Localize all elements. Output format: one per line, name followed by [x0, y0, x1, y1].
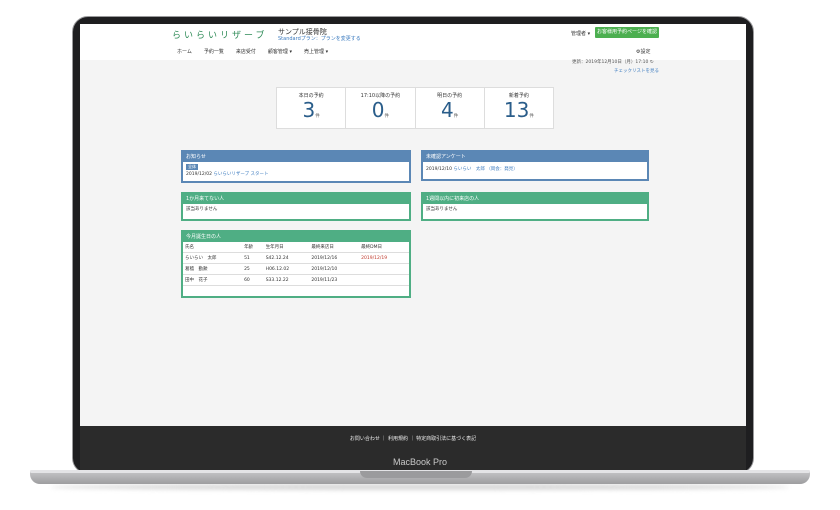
cell-age: 60	[242, 274, 264, 286]
new-week-more-link[interactable]: 一覧ページへ	[621, 214, 645, 220]
app-logo[interactable]: らいらいリザーブ	[172, 28, 267, 41]
updated-text: 更新：2019年12月10日（月）17:10	[572, 60, 649, 65]
cell-last-dm	[359, 263, 409, 275]
birthday-more-link[interactable]: 一覧ページへ	[383, 291, 407, 297]
stats-summary: 本日の予約 3件 17:10以降の予約 0件 明日の予約 4件 新着予約 13件	[276, 87, 554, 129]
settings-label: 設定	[640, 49, 651, 55]
stat-after-now[interactable]: 17:10以降の予約 0件	[346, 88, 416, 128]
updated-time: 更新：2019年12月10日（月）17:10 ↻	[572, 59, 654, 65]
panel-title: 今月誕生日の人	[183, 232, 409, 242]
survey-date: 2019/12/10	[426, 167, 452, 172]
stat-unit: 件	[453, 114, 459, 119]
nav-home[interactable]: ホーム	[177, 48, 192, 55]
nav-customers[interactable]: 顧客管理 ▾	[268, 48, 292, 55]
survey-panel: 未確認アンケート 2019/12/10 らいらい 太郎 （岡会：発見） 未確認ア…	[421, 150, 649, 181]
device-label: MacBook Pro	[392, 457, 448, 467]
news-date: 2019/12/02	[186, 172, 212, 177]
laptop-notch	[360, 471, 472, 478]
cell-last-dm: 2019/12/19	[359, 252, 409, 264]
cell-last-visit: 2019/12/10	[309, 263, 360, 275]
cell-last-dm	[359, 274, 409, 286]
stat-value: 3	[302, 98, 316, 122]
plan-change-link[interactable]: Standardプラン：プランを変更する	[278, 35, 361, 42]
checklist-link[interactable]: チェックリストを見る	[614, 68, 659, 74]
nav-reception[interactable]: 来店受付	[236, 48, 256, 55]
panel-title: 1か月来てない人	[183, 194, 409, 204]
laptop-mockup: らいらいリザーブ サンプル接骨院 Standardプラン：プランを変更する 管理…	[0, 0, 840, 510]
panel-title: お知らせ	[183, 152, 409, 162]
cell-birthdate: H06.12.02	[263, 263, 310, 275]
stat-new[interactable]: 新着予約 13件	[485, 88, 553, 128]
cell-name: 田中 花子	[183, 274, 243, 286]
stat-today[interactable]: 本日の予約 3件	[277, 88, 347, 128]
table-row[interactable]: 葛稽 勤勲 25 H06.12.02 2019/12/10	[183, 263, 409, 275]
stat-tomorrow[interactable]: 明日の予約 4件	[416, 88, 485, 128]
survey-status: （岡会：発見）	[486, 167, 518, 172]
new-week-empty: 該当ありません	[426, 207, 458, 212]
cell-name: 葛稽 勤勲	[183, 263, 243, 275]
col-birthdate: 生年月日	[263, 242, 310, 253]
footer-links[interactable]: お問い合わせ ｜ 利用規約 ｜ 特定商取引法に基づく表記	[80, 435, 746, 442]
cell-last-visit: 2019/12/16	[309, 252, 360, 264]
panel-title: 1週間以内に初来店の人	[423, 194, 647, 204]
not-visited-empty: 該当ありません	[186, 207, 218, 212]
birthday-table: 氏名 年齢 生年月日 最終来店日 最終DM日 らいらい 太郎 51 S42.12…	[183, 242, 409, 286]
col-last-visit: 最終来店日	[309, 242, 360, 253]
cell-last-visit: 2019/11/23	[309, 274, 360, 286]
panel-title: 未確認アンケート	[423, 152, 647, 162]
table-row[interactable]: らいらい 太郎 51 S42.12.24 2019/12/16 2019/12/…	[183, 252, 409, 264]
stat-value: 4	[441, 98, 454, 122]
new-week-panel: 1週間以内に初来店の人 該当ありません 一覧ページへ	[421, 192, 649, 221]
survey-more-link[interactable]: 未確認アンケートの確認	[601, 174, 645, 180]
app-header: らいらいリザーブ サンプル接骨院 Standardプラン：プランを変更する 管理…	[80, 24, 746, 60]
col-age: 年齢	[242, 242, 264, 253]
main-nav: ホーム 予約一覧 来店受付 顧客管理 ▾ 売上管理 ▾	[177, 48, 340, 55]
cell-birthdate: S33.12.22	[263, 274, 310, 286]
app-screen: らいらいリザーブ サンプル接骨院 Standardプラン：プランを変更する 管理…	[80, 24, 746, 470]
col-name: 氏名	[183, 242, 243, 253]
manager-menu[interactable]: 管理者 ▾	[571, 30, 590, 37]
not-visited-more-link[interactable]: 一覧ページへ	[383, 214, 407, 220]
stat-value: 0	[371, 98, 385, 122]
refresh-icon[interactable]: ↻	[650, 60, 654, 65]
news-link[interactable]: らいらいリザーブ スタート	[213, 172, 268, 177]
table-row[interactable]: 田中 花子 60 S33.12.22 2019/11/23	[183, 274, 409, 286]
cell-age: 51	[242, 252, 264, 264]
stat-unit: 件	[384, 114, 389, 119]
nav-reservations[interactable]: 予約一覧	[204, 48, 224, 55]
news-tag: 全体	[186, 164, 198, 170]
news-panel: お知らせ 全体 2019/12/02 らいらいリザーブ スタート	[181, 150, 411, 183]
survey-name-link[interactable]: らいらい 太郎	[453, 167, 485, 172]
laptop-shadow	[50, 484, 790, 490]
birthday-panel: 今月誕生日の人 氏名 年齢 生年月日 最終来店日 最終DM日 らいらい 太郎 5…	[181, 230, 411, 298]
col-last-dm: 最終DM日	[359, 242, 409, 253]
cell-birthdate: S42.12.24	[263, 252, 310, 264]
cell-name: らいらい 太郎	[183, 252, 243, 264]
stat-unit: 件	[315, 114, 320, 119]
stat-unit: 件	[529, 114, 534, 119]
nav-sales[interactable]: 売上管理 ▾	[304, 48, 328, 55]
cell-age: 25	[242, 263, 264, 275]
stat-value: 13	[503, 98, 530, 122]
settings-link[interactable]: ⚙設定	[636, 48, 651, 55]
customer-page-button[interactable]: お客様用予約ページを確認	[595, 27, 659, 38]
not-visited-panel: 1か月来てない人 該当ありません 一覧ページへ	[181, 192, 411, 221]
table-header: 氏名 年齢 生年月日 最終来店日 最終DM日	[183, 242, 409, 253]
